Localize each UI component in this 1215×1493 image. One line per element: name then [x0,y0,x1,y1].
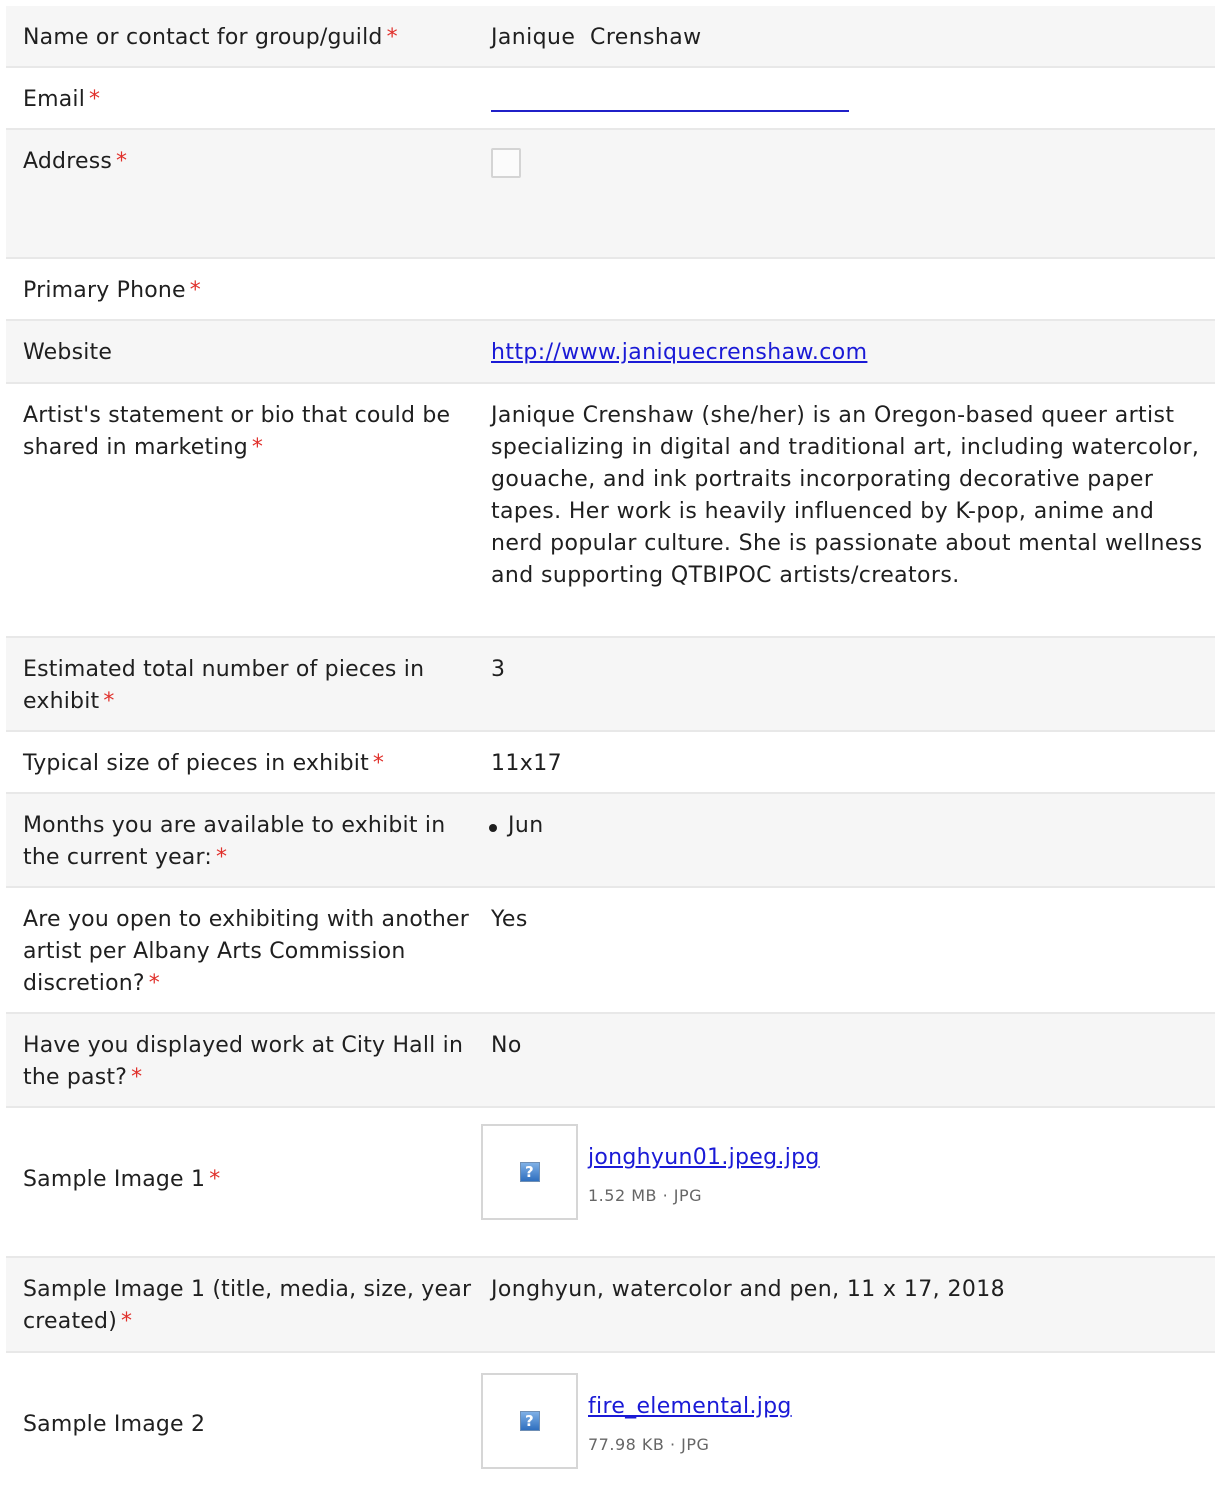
field-row-bio: Artist's statement or bio that could be … [6,384,1215,638]
broken-image-icon: ? [519,1162,540,1182]
field-row-email: Email * [6,68,1215,130]
required-marker: * [116,149,128,174]
field-value-bio: Janique Crenshaw (she/her) is an Oregon-… [491,403,1203,588]
field-value-months: Jun [476,794,1215,886]
field-row-piece-count: Estimated total number of pieces in exhi… [6,638,1215,732]
field-value-past-display: No [491,1033,522,1058]
field-value-website: http://www.janiquecrenshaw.com [476,321,1215,382]
form-entry: Name or contact for group/guild * Janique… [6,6,1215,1493]
file-info: fire_elemental.jpg 77.98 KB · JPG [588,1373,792,1461]
required-marker: * [189,278,201,303]
field-row-shared-exhibit: Are you open to exhibiting with another … [6,888,1215,1014]
field-label-piece-size: Typical size of pieces in exhibit * [23,751,385,776]
field-value-name: Janique Crenshaw [491,25,702,50]
field-row-sample-image-1: Sample Image 1 * ? jonghyun01.jpeg.jpg 1.… [6,1108,1215,1258]
required-marker: * [209,1167,221,1192]
field-value-phone [476,259,1215,319]
field-row-name: Name or contact for group/guild * Janique… [6,6,1215,68]
required-marker: * [131,1065,143,1090]
field-label-email: Email * [23,87,101,112]
required-marker: * [103,689,115,714]
broken-image-icon: ? [519,1411,540,1431]
field-label-shared-exhibit: Are you open to exhibiting with another … [23,907,469,996]
file-link[interactable]: jonghyun01.jpeg.jpg [588,1145,820,1170]
field-label-sample-image-2: Sample Image 2 [23,1412,206,1437]
field-row-phone: Primary Phone * [6,259,1215,321]
field-value-address [476,130,1215,257]
field-label-phone: Primary Phone * [23,278,201,303]
website-link[interactable]: http://www.janiquecrenshaw.com [491,340,867,365]
field-value-piece-count: 3 [491,657,506,682]
field-label-past-display: Have you displayed work at City Hall in … [23,1033,464,1090]
field-label-bio: Artist's statement or bio that could be … [23,403,451,460]
field-value-sample-image-2: ? fire_elemental.jpg 77.98 KB · JPG [476,1353,1215,1493]
file-thumbnail[interactable]: ? [481,1373,578,1469]
required-marker: * [251,435,264,460]
field-row-months: Months you are available to exhibit in t… [6,794,1215,888]
file-attachment: ? jonghyun01.jpeg.jpg 1.52 MB · JPG [481,1124,1205,1220]
address-checkbox[interactable] [491,148,521,178]
file-thumbnail[interactable]: ? [481,1124,578,1220]
field-row-website: Website http://www.janiquecrenshaw.com [6,321,1215,384]
file-meta: 1.52 MB · JPG [588,1186,703,1205]
field-row-address: Address * [6,130,1215,259]
field-value-piece-size: 11x17 [491,751,563,776]
required-marker: * [386,25,398,50]
field-value-shared-exhibit: Yes [491,907,528,932]
field-label-months: Months you are available to exhibit in t… [23,813,446,870]
required-marker: * [372,751,385,776]
field-label-sample-image-1: Sample Image 1 * [23,1167,221,1192]
email-link[interactable] [491,84,1205,112]
field-row-sample-image-2: Sample Image 2 ? fire_elemental.jpg 77.9… [6,1353,1215,1493]
months-list: Jun [486,810,1205,842]
field-value-sample-image-1-details: Jonghyun, watercolor and pen, 11 x 17, 2… [491,1277,1006,1302]
field-value-email [476,68,1215,128]
required-marker: * [120,1309,133,1334]
required-marker: * [148,971,160,996]
field-label-piece-count: Estimated total number of pieces in exhi… [23,657,425,714]
field-label-address: Address * [23,149,128,174]
field-label-name: Name or contact for group/guild * [23,25,398,50]
field-value-sample-image-1: ? jonghyun01.jpeg.jpg 1.52 MB · JPG [476,1108,1215,1256]
required-marker: * [215,845,228,870]
file-link[interactable]: fire_elemental.jpg [588,1394,792,1419]
list-item: Jun [486,810,1205,842]
required-marker: * [89,87,101,112]
field-row-piece-size: Typical size of pieces in exhibit * 11x17 [6,732,1215,794]
file-meta: 77.98 KB · JPG [588,1435,710,1454]
file-info: jonghyun01.jpeg.jpg 1.52 MB · JPG [588,1124,820,1212]
field-row-past-display: Have you displayed work at City Hall in … [6,1014,1215,1108]
field-label-sample-image-1-details: Sample Image 1 (title, media, size, year… [23,1277,472,1334]
field-label-website: Website [23,340,113,365]
file-attachment: ? fire_elemental.jpg 77.98 KB · JPG [481,1373,1205,1469]
field-row-sample-image-1-details: Sample Image 1 (title, media, size, year… [6,1258,1215,1353]
